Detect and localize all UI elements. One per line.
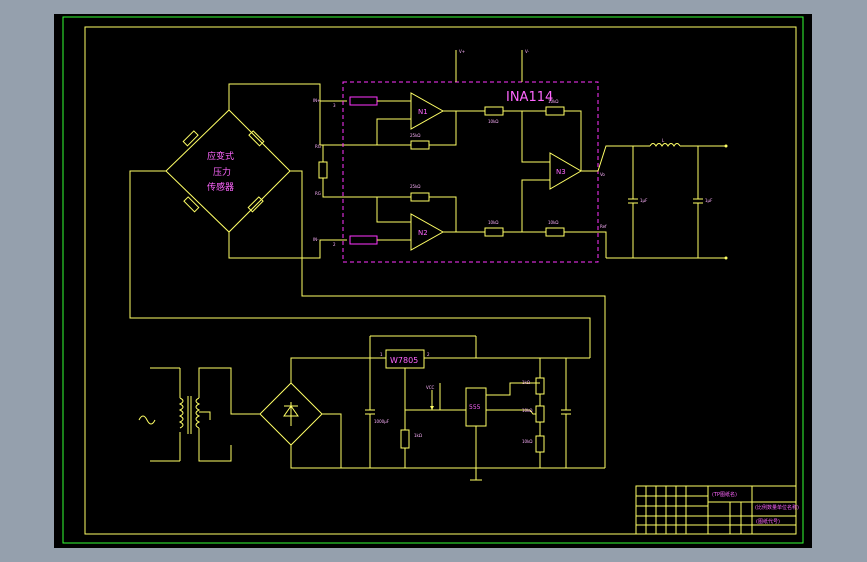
timer-label: 555 (469, 404, 481, 411)
title-block-code: (图纸代号) (756, 518, 780, 525)
svg-text:10kΩ: 10kΩ (488, 119, 498, 124)
svg-text:RG: RG (315, 191, 321, 196)
svg-text:10kΩ: 10kΩ (522, 408, 532, 413)
svg-text:25kΩ: 25kΩ (410, 184, 420, 189)
svg-text:25kΩ: 25kΩ (410, 133, 420, 138)
title-block-name: (TP图纸名) (712, 491, 737, 498)
svg-text:1kΩ: 1kΩ (522, 380, 530, 385)
svg-text:V+: V+ (459, 49, 465, 54)
svg-text:V-: V- (525, 49, 530, 54)
svg-text:Ref: Ref (600, 224, 607, 229)
schematic-canvas: 应变式 压力 传感器 INA114 V+ V- N1 N2 N3 IN+ IN-… (54, 14, 812, 548)
svg-text:10kΩ: 10kΩ (522, 439, 532, 444)
amp-n2-label: N2 (418, 229, 428, 237)
amp-n3-label: N3 (556, 168, 566, 176)
svg-text:1μF: 1μF (705, 198, 713, 203)
title-block-scale: (比例数量单位名称) (755, 504, 799, 511)
svg-text:Vo: Vo (600, 172, 605, 177)
svg-text:1000μF: 1000μF (374, 419, 390, 424)
sensor-label-2: 压力 (213, 166, 231, 178)
svg-text:10kΩ: 10kΩ (548, 220, 558, 225)
svg-text:10kΩ: 10kΩ (548, 99, 558, 104)
sensor-label-1: 应变式 (207, 150, 234, 162)
svg-text:RG: RG (315, 144, 321, 149)
sensor-label-3: 传感器 (207, 181, 234, 193)
ina114-label: INA114 (506, 90, 553, 105)
svg-text:1kΩ: 1kΩ (414, 433, 422, 438)
amp-n1-label: N1 (418, 108, 428, 116)
svg-text:10kΩ: 10kΩ (488, 220, 498, 225)
svg-text:IN-: IN- (313, 237, 319, 242)
svg-text:IN+: IN+ (313, 98, 321, 103)
svg-text:VCC: VCC (426, 385, 435, 390)
regulator-label: W7805 (390, 356, 418, 365)
svg-text:1μF: 1μF (640, 198, 648, 203)
